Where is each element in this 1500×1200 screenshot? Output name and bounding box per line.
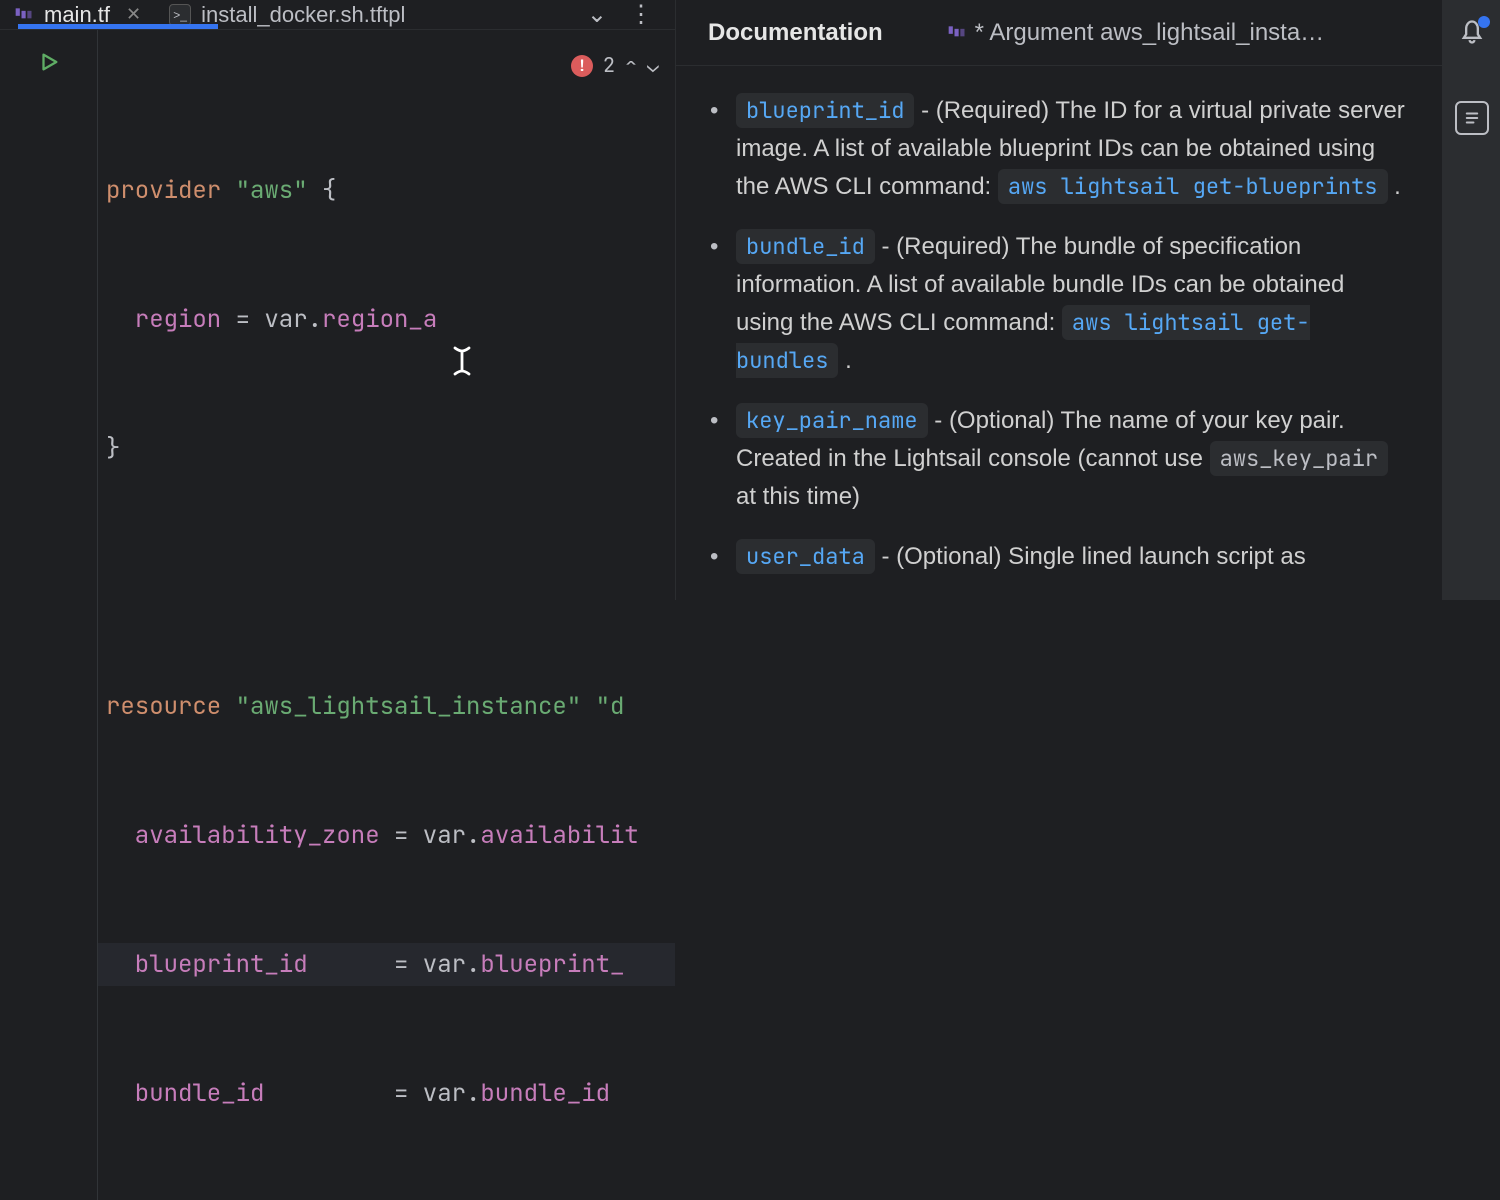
- inline-code: aws_key_pair: [1210, 441, 1388, 476]
- editor-body[interactable]: ! 2 ⌃ ⌄ provider "aws" { region = var.re…: [0, 30, 675, 1200]
- notifications-icon[interactable]: [1458, 18, 1486, 51]
- code-line-active: blueprint_id = var.blueprint_: [98, 943, 675, 986]
- error-count: 2: [603, 44, 615, 87]
- code-line: resource "aws_lightsail_instance" "d: [98, 685, 675, 728]
- code-line: availability_zone = var.availabilit: [98, 814, 675, 857]
- run-icon[interactable]: [38, 44, 60, 87]
- editor-status: ! 2 ⌃ ⌄: [571, 44, 659, 87]
- doc-tabbar: Documentation * Argument aws_lightsail_i…: [676, 0, 1442, 66]
- shell-icon: >_: [169, 4, 191, 26]
- tab-documentation[interactable]: Documentation: [696, 19, 895, 47]
- documentation-tool-icon[interactable]: [1455, 101, 1489, 135]
- tabbar-actions: ⌄ ⋮: [587, 0, 675, 29]
- fold-down-icon[interactable]: ⌄: [647, 44, 659, 87]
- terraform-icon: [947, 23, 967, 43]
- cli-command: aws lightsail get-blueprints: [998, 169, 1388, 204]
- more-icon[interactable]: ⋮: [629, 0, 653, 29]
- documentation-pane: Documentation * Argument aws_lightsail_i…: [676, 0, 1442, 600]
- arg-name: blueprint_id: [736, 93, 914, 128]
- arg-name: key_pair_name: [736, 403, 928, 438]
- tab-argument[interactable]: * Argument aws_lightsail_insta…: [935, 19, 1337, 47]
- doc-tab-label: * Argument aws_lightsail_insta…: [975, 19, 1325, 47]
- tab-label: install_docker.sh.tftpl: [201, 2, 405, 28]
- doc-body[interactable]: blueprint_id - (Required) The ID for a v…: [676, 66, 1442, 598]
- close-icon[interactable]: ✕: [126, 4, 141, 25]
- chevron-down-icon[interactable]: ⌄: [587, 0, 607, 29]
- editor-tabbar: main.tf ✕ >_ install_docker.sh.tftpl ⌄ ⋮: [0, 0, 675, 30]
- editor-pane: main.tf ✕ >_ install_docker.sh.tftpl ⌄ ⋮…: [0, 0, 676, 600]
- code-line: provider "aws" {: [98, 169, 675, 212]
- doc-item-bundle-id: bundle_id - (Required) The bundle of spe…: [710, 228, 1408, 380]
- notification-dot: [1478, 16, 1490, 28]
- doc-item-key-pair-name: key_pair_name - (Optional) The name of y…: [710, 402, 1408, 516]
- code-line: region = var.region_a: [98, 298, 675, 341]
- arg-name: bundle_id: [736, 229, 875, 264]
- active-tab-underline: [18, 24, 218, 29]
- right-rail: [1442, 0, 1500, 600]
- doc-item-user-data: user_data - (Optional) Single lined laun…: [710, 538, 1408, 576]
- terraform-icon: [14, 5, 34, 25]
- code-line: }: [98, 427, 675, 470]
- code-line: [98, 556, 675, 599]
- gutter: [0, 30, 98, 1200]
- error-badge[interactable]: !: [571, 55, 593, 77]
- doc-item-blueprint-id: blueprint_id - (Required) The ID for a v…: [710, 92, 1408, 206]
- code-area[interactable]: ! 2 ⌃ ⌄ provider "aws" { region = var.re…: [98, 30, 675, 1200]
- code-line: bundle_id = var.bundle_id: [98, 1072, 675, 1115]
- arg-name: user_data: [736, 539, 875, 574]
- fold-up-icon[interactable]: ⌃: [625, 44, 637, 87]
